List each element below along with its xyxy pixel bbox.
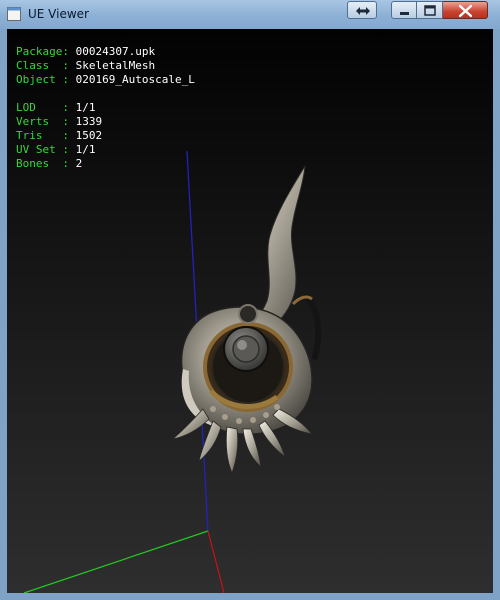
window-title: UE Viewer <box>28 7 89 21</box>
lod-row: LOD : 1/1 <box>16 101 96 114</box>
object-row: Object : 020169_Autoscale_L <box>16 73 195 86</box>
tris-row: Tris : 1502 <box>16 129 103 142</box>
title-bar[interactable]: UE Viewer <box>0 0 500 29</box>
minimize-button[interactable] <box>391 1 417 19</box>
ue-viewer-window: UE Viewer Package: 00024307.upk Class: … <box>0 0 500 600</box>
cable <box>304 294 322 360</box>
maximize-icon <box>424 5 436 16</box>
double-arrow-icon <box>356 7 370 15</box>
app-icon <box>7 7 21 21</box>
bones-row: Bones : 2 <box>16 157 83 170</box>
close-button[interactable] <box>443 1 488 19</box>
y-axis-line <box>23 530 209 593</box>
package-row: Package: 00024307.upk <box>16 45 156 58</box>
verts-row: Verts : 1339 <box>16 115 103 128</box>
3d-viewport[interactable]: Package: 00024307.upk Class : SkeletalMe… <box>7 29 493 593</box>
close-icon <box>458 4 473 18</box>
class-row: Class : SkeletalMesh <box>16 59 156 72</box>
uvset-row: UV Set : 1/1 <box>16 143 96 156</box>
minimize-icon <box>400 12 409 15</box>
x-axis-line <box>207 530 225 593</box>
maximize-button[interactable] <box>417 1 443 19</box>
swap-button[interactable] <box>347 1 377 19</box>
